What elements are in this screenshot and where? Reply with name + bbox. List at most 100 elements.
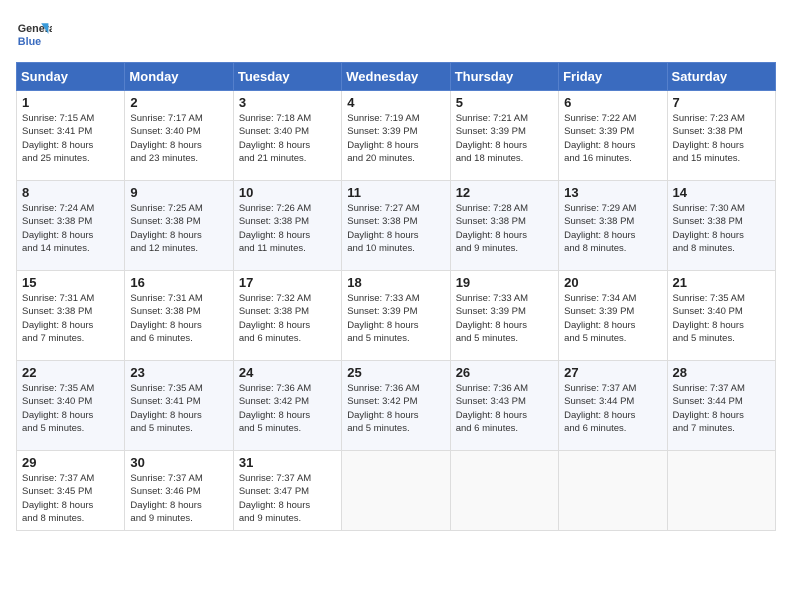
logo-icon: General Blue — [16, 16, 52, 52]
calendar-cell: 16 Sunrise: 7:31 AMSunset: 3:38 PMDayligh… — [125, 271, 233, 361]
day-info: Sunrise: 7:31 AMSunset: 3:38 PMDaylight:… — [130, 292, 227, 345]
weekday-header-thursday: Thursday — [450, 63, 558, 91]
day-info: Sunrise: 7:22 AMSunset: 3:39 PMDaylight:… — [564, 112, 661, 165]
weekday-header-monday: Monday — [125, 63, 233, 91]
day-number: 28 — [673, 365, 770, 380]
calendar-cell: 12 Sunrise: 7:28 AMSunset: 3:38 PMDayligh… — [450, 181, 558, 271]
calendar-cell: 18 Sunrise: 7:33 AMSunset: 3:39 PMDayligh… — [342, 271, 450, 361]
calendar-cell: 8 Sunrise: 7:24 AMSunset: 3:38 PMDaylight… — [17, 181, 125, 271]
day-info: Sunrise: 7:18 AMSunset: 3:40 PMDaylight:… — [239, 112, 336, 165]
day-info: Sunrise: 7:33 AMSunset: 3:39 PMDaylight:… — [456, 292, 553, 345]
calendar-cell: 9Sunrise: 7:25 AMSunset: 3:38 PMDaylight… — [125, 181, 233, 271]
day-number: 25 — [347, 365, 444, 380]
day-info: Sunrise: 7:24 AMSunset: 3:38 PMDaylight:… — [22, 202, 119, 255]
calendar-cell: 13Sunrise: 7:29 AMSunset: 3:38 PMDayligh… — [559, 181, 667, 271]
weekday-header-row: SundayMondayTuesdayWednesdayThursdayFrid… — [17, 63, 776, 91]
day-number: 31 — [239, 455, 336, 470]
day-number: 23 — [130, 365, 227, 380]
day-info: Sunrise: 7:32 AMSunset: 3:38 PMDaylight:… — [239, 292, 336, 345]
day-number: 3 — [239, 95, 336, 110]
calendar-cell: 10 Sunrise: 7:26 AMSunset: 3:38 PMDayligh… — [233, 181, 341, 271]
calendar-cell: 31 Sunrise: 7:37 AMSunset: 3:47 PMDayligh… — [233, 451, 341, 531]
day-info: Sunrise: 7:36 AMSunset: 3:42 PMDaylight:… — [239, 382, 336, 435]
day-number: 8 — [22, 185, 119, 200]
day-number: 6 — [564, 95, 661, 110]
weekday-header-sunday: Sunday — [17, 63, 125, 91]
weekday-header-tuesday: Tuesday — [233, 63, 341, 91]
weekday-header-wednesday: Wednesday — [342, 63, 450, 91]
day-info: Sunrise: 7:21 AMSunset: 3:39 PMDaylight:… — [456, 112, 553, 165]
calendar-cell: 15 Sunrise: 7:31 AMSunset: 3:38 PMDayligh… — [17, 271, 125, 361]
day-info: Sunrise: 7:19 AMSunset: 3:39 PMDaylight:… — [347, 112, 444, 165]
day-info: Sunrise: 7:36 AMSunset: 3:42 PMDaylight:… — [347, 382, 444, 435]
calendar-cell: 24Sunrise: 7:36 AMSunset: 3:42 PMDayligh… — [233, 361, 341, 451]
calendar-cell — [667, 451, 775, 531]
calendar-cell: 28Sunrise: 7:37 AMSunset: 3:44 PMDayligh… — [667, 361, 775, 451]
day-info: Sunrise: 7:37 AMSunset: 3:45 PMDaylight:… — [22, 472, 119, 525]
calendar-cell: 19 Sunrise: 7:33 AMSunset: 3:39 PMDayligh… — [450, 271, 558, 361]
day-number: 12 — [456, 185, 553, 200]
day-number: 11 — [347, 185, 444, 200]
day-info: Sunrise: 7:27 AMSunset: 3:38 PMDaylight:… — [347, 202, 444, 255]
day-number: 18 — [347, 275, 444, 290]
day-number: 1 — [22, 95, 119, 110]
calendar-cell: 26 Sunrise: 7:36 AMSunset: 3:43 PMDayligh… — [450, 361, 558, 451]
day-number: 17 — [239, 275, 336, 290]
calendar-cell: 25 Sunrise: 7:36 AMSunset: 3:42 PMDayligh… — [342, 361, 450, 451]
day-number: 4 — [347, 95, 444, 110]
day-number: 21 — [673, 275, 770, 290]
calendar-cell: 7Sunrise: 7:23 AMSunset: 3:38 PMDaylight… — [667, 91, 775, 181]
day-info: Sunrise: 7:33 AMSunset: 3:39 PMDaylight:… — [347, 292, 444, 345]
day-number: 29 — [22, 455, 119, 470]
calendar-cell: 17 Sunrise: 7:32 AMSunset: 3:38 PMDayligh… — [233, 271, 341, 361]
day-info: Sunrise: 7:34 AMSunset: 3:39 PMDaylight:… — [564, 292, 661, 345]
calendar-cell: 22 Sunrise: 7:35 AMSunset: 3:40 PMDayligh… — [17, 361, 125, 451]
calendar-cell: 21 Sunrise: 7:35 AMSunset: 3:40 PMDayligh… — [667, 271, 775, 361]
logo: General Blue — [16, 16, 56, 52]
calendar-cell: 4 Sunrise: 7:19 AMSunset: 3:39 PMDaylight… — [342, 91, 450, 181]
calendar-cell — [342, 451, 450, 531]
day-info: Sunrise: 7:26 AMSunset: 3:38 PMDaylight:… — [239, 202, 336, 255]
day-number: 19 — [456, 275, 553, 290]
calendar-cell — [450, 451, 558, 531]
day-number: 16 — [130, 275, 227, 290]
day-info: Sunrise: 7:30 AMSunset: 3:38 PMDaylight:… — [673, 202, 770, 255]
calendar-cell: 14 Sunrise: 7:30 AMSunset: 3:38 PMDayligh… — [667, 181, 775, 271]
day-number: 2 — [130, 95, 227, 110]
day-number: 14 — [673, 185, 770, 200]
day-number: 15 — [22, 275, 119, 290]
calendar-cell: 27Sunrise: 7:37 AMSunset: 3:44 PMDayligh… — [559, 361, 667, 451]
calendar-cell: 11 Sunrise: 7:27 AMSunset: 3:38 PMDayligh… — [342, 181, 450, 271]
day-info: Sunrise: 7:35 AMSunset: 3:41 PMDaylight:… — [130, 382, 227, 435]
day-info: Sunrise: 7:31 AMSunset: 3:38 PMDaylight:… — [22, 292, 119, 345]
day-number: 27 — [564, 365, 661, 380]
calendar-cell: 6 Sunrise: 7:22 AMSunset: 3:39 PMDaylight… — [559, 91, 667, 181]
calendar-cell: 3 Sunrise: 7:18 AMSunset: 3:40 PMDaylight… — [233, 91, 341, 181]
calendar-table: SundayMondayTuesdayWednesdayThursdayFrid… — [16, 62, 776, 531]
calendar-cell: 29 Sunrise: 7:37 AMSunset: 3:45 PMDayligh… — [17, 451, 125, 531]
day-info: Sunrise: 7:29 AMSunset: 3:38 PMDaylight:… — [564, 202, 661, 255]
calendar-cell: 30 Sunrise: 7:37 AMSunset: 3:46 PMDayligh… — [125, 451, 233, 531]
weekday-header-saturday: Saturday — [667, 63, 775, 91]
day-info: Sunrise: 7:17 AMSunset: 3:40 PMDaylight:… — [130, 112, 227, 165]
day-info: Sunrise: 7:37 AMSunset: 3:47 PMDaylight:… — [239, 472, 336, 525]
day-number: 30 — [130, 455, 227, 470]
day-number: 22 — [22, 365, 119, 380]
day-info: Sunrise: 7:23 AMSunset: 3:38 PMDaylight:… — [673, 112, 770, 165]
day-info: Sunrise: 7:37 AMSunset: 3:46 PMDaylight:… — [130, 472, 227, 525]
calendar-cell: 20 Sunrise: 7:34 AMSunset: 3:39 PMDayligh… — [559, 271, 667, 361]
header: General Blue — [16, 16, 776, 52]
calendar-cell: 5 Sunrise: 7:21 AMSunset: 3:39 PMDaylight… — [450, 91, 558, 181]
day-info: Sunrise: 7:28 AMSunset: 3:38 PMDaylight:… — [456, 202, 553, 255]
day-number: 20 — [564, 275, 661, 290]
day-number: 10 — [239, 185, 336, 200]
day-number: 9 — [130, 185, 227, 200]
day-number: 5 — [456, 95, 553, 110]
day-info: Sunrise: 7:35 AMSunset: 3:40 PMDaylight:… — [22, 382, 119, 435]
calendar-cell — [559, 451, 667, 531]
weekday-header-friday: Friday — [559, 63, 667, 91]
day-info: Sunrise: 7:35 AMSunset: 3:40 PMDaylight:… — [673, 292, 770, 345]
svg-text:Blue: Blue — [18, 36, 41, 48]
day-info: Sunrise: 7:36 AMSunset: 3:43 PMDaylight:… — [456, 382, 553, 435]
day-number: 26 — [456, 365, 553, 380]
